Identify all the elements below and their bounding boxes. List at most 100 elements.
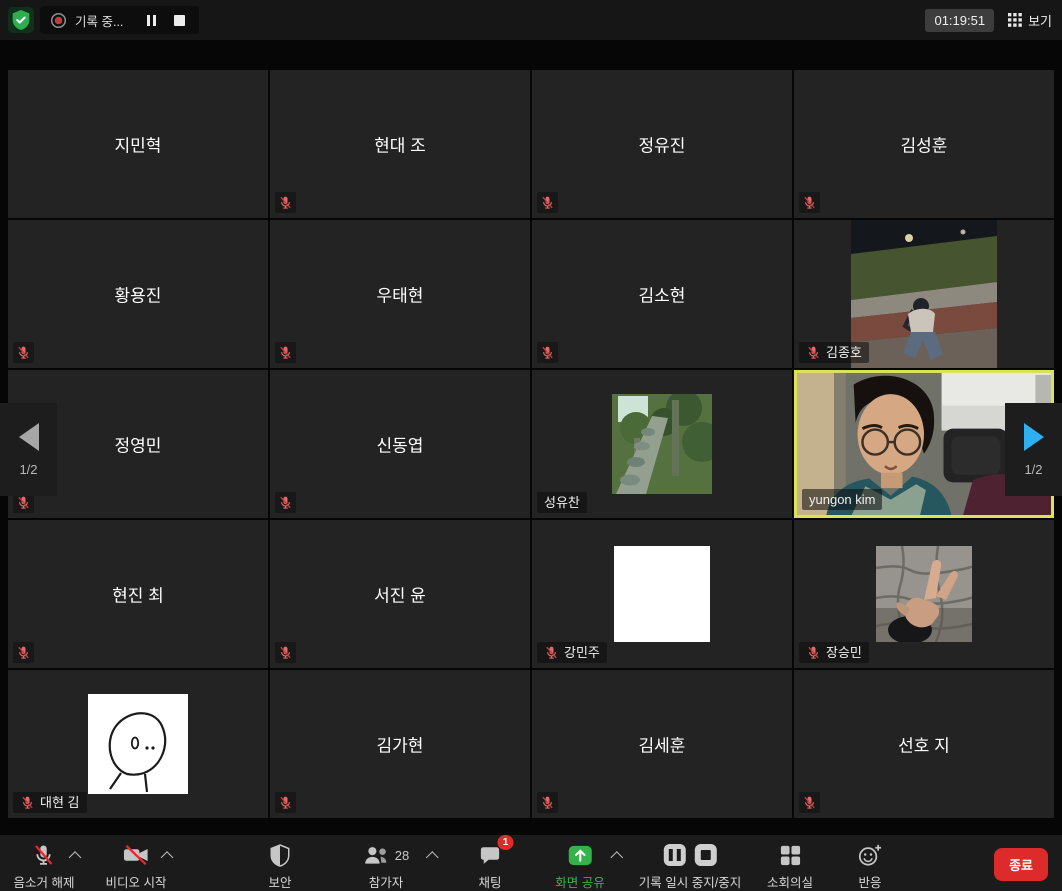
toolbar-button-label: 비디오 시작 bbox=[106, 872, 167, 891]
muted-mic-icon bbox=[799, 192, 820, 213]
participant-name: 지민혁 bbox=[8, 132, 268, 157]
participant-tile[interactable]: 현대 조 bbox=[270, 70, 530, 218]
muted-mic-icon bbox=[275, 792, 296, 813]
meeting-security-shield-icon[interactable] bbox=[8, 7, 34, 33]
page-indicator: 1/2 bbox=[19, 462, 37, 477]
participant-name-label: 장승민 bbox=[799, 642, 869, 663]
grid-view-icon bbox=[1008, 13, 1022, 27]
recording-label: 기록 중... bbox=[75, 11, 123, 30]
previous-page-button[interactable]: 1/2 bbox=[0, 403, 57, 496]
muted-mic-icon bbox=[806, 645, 821, 660]
participant-name: 성유찬 bbox=[544, 494, 580, 511]
toolbar-button-mic-muted[interactable]: 음소거 해제 bbox=[14, 842, 75, 891]
toolbar-button-shield[interactable]: 보안 bbox=[268, 842, 291, 891]
pause-recording-icon[interactable] bbox=[663, 844, 685, 866]
participant-tile[interactable]: 김세훈 bbox=[532, 670, 792, 818]
participant-tile[interactable]: 선호 지 bbox=[794, 670, 1054, 818]
breakout-rooms-icon bbox=[778, 842, 801, 868]
participant-name: 장승민 bbox=[826, 644, 862, 661]
participant-name-label: 강민주 bbox=[537, 642, 607, 663]
toolbar-button-label: 참가자 bbox=[369, 872, 404, 891]
view-label: 보기 bbox=[1028, 11, 1052, 30]
toolbar-button-reactions[interactable]: 반응 bbox=[858, 842, 883, 891]
participant-tile[interactable]: 서진 윤 bbox=[270, 520, 530, 668]
participant-avatar-photo-night bbox=[851, 220, 997, 368]
participant-tile[interactable]: 대현 김 bbox=[8, 670, 268, 818]
meeting-timer: 01:19:51 bbox=[925, 9, 994, 32]
participant-name: 우태현 bbox=[270, 282, 530, 307]
muted-mic-icon bbox=[544, 645, 559, 660]
participant-tile[interactable]: 성유찬 bbox=[532, 370, 792, 518]
chevron-up-icon[interactable] bbox=[426, 851, 439, 864]
participants-icon: 28 bbox=[363, 842, 409, 868]
muted-mic-icon bbox=[799, 792, 820, 813]
participant-name: 현진 최 bbox=[8, 582, 268, 607]
muted-mic-icon bbox=[537, 192, 558, 213]
arrow-right-icon bbox=[1024, 423, 1044, 451]
participant-tile[interactable]: 장승민 bbox=[794, 520, 1054, 668]
recording-pause-button[interactable] bbox=[145, 15, 157, 26]
participant-avatar-photo-hand bbox=[876, 546, 972, 642]
next-page-button[interactable]: 1/2 bbox=[1005, 403, 1062, 496]
toolbar-button-label: 보안 bbox=[268, 872, 291, 891]
participant-grid: 지민혁현대 조정유진김성훈황용진우태현김소현김종호정영민신동엽성유찬yungon… bbox=[8, 70, 1054, 818]
chevron-up-icon[interactable] bbox=[161, 851, 174, 864]
recording-indicator: 기록 중... bbox=[40, 6, 199, 34]
mic-muted-icon bbox=[32, 842, 56, 868]
record-dot-icon bbox=[50, 12, 67, 29]
participant-tile[interactable]: 우태현 bbox=[270, 220, 530, 368]
toolbar-button-label: 소회의실 bbox=[767, 872, 813, 891]
participant-tile[interactable]: 지민혁 bbox=[8, 70, 268, 218]
muted-mic-icon bbox=[275, 492, 296, 513]
participant-tile[interactable]: 정유진 bbox=[532, 70, 792, 218]
stop-recording-icon[interactable] bbox=[694, 844, 716, 866]
view-button[interactable]: 보기 bbox=[1008, 11, 1052, 30]
participant-name: 현대 조 bbox=[270, 132, 530, 157]
muted-mic-icon bbox=[13, 642, 34, 663]
participant-avatar-white-square bbox=[614, 546, 710, 642]
muted-mic-icon bbox=[13, 342, 34, 363]
participant-name: 김성훈 bbox=[794, 132, 1054, 157]
toolbar-button-chat[interactable]: 1 채팅 bbox=[478, 842, 503, 891]
participant-name-label: yungon kim bbox=[802, 489, 882, 510]
participant-name: 김가현 bbox=[270, 732, 530, 757]
muted-mic-icon bbox=[537, 792, 558, 813]
toolbar-button-label: 채팅 bbox=[478, 872, 501, 891]
share-screen-icon bbox=[567, 842, 593, 868]
record-pause-stop-icon bbox=[661, 842, 718, 868]
participant-tile[interactable]: 김종호 bbox=[794, 220, 1054, 368]
muted-mic-icon bbox=[20, 795, 35, 810]
participant-tile[interactable]: 김가현 bbox=[270, 670, 530, 818]
camera-muted-icon bbox=[122, 842, 149, 868]
participant-name: 김세훈 bbox=[532, 732, 792, 757]
participant-tile[interactable]: 김소현 bbox=[532, 220, 792, 368]
participant-tile[interactable]: 강민주 bbox=[532, 520, 792, 668]
muted-mic-icon bbox=[275, 642, 296, 663]
participant-name: 신동엽 bbox=[270, 432, 530, 457]
chevron-up-icon[interactable] bbox=[610, 851, 623, 864]
participant-tile[interactable]: 김성훈 bbox=[794, 70, 1054, 218]
participant-name: 황용진 bbox=[8, 282, 268, 307]
toolbar-button-breakout-rooms[interactable]: 소회의실 bbox=[767, 842, 813, 891]
chat-unread-badge: 1 bbox=[498, 835, 514, 850]
participant-name: 김종호 bbox=[826, 344, 862, 361]
participant-name: 김소현 bbox=[532, 282, 792, 307]
toolbar-button-participants[interactable]: 28 참가자 bbox=[363, 842, 409, 891]
bottom-toolbar: 종료 음소거 해제비디오 시작 보안 28 참가자 1 채팅 화면 공유 기록 일시 중지/중… bbox=[0, 835, 1062, 891]
participant-tile[interactable]: 현진 최 bbox=[8, 520, 268, 668]
toolbar-button-record-pause-stop[interactable]: 기록 일시 중지/중지 bbox=[639, 842, 741, 891]
participant-tile[interactable]: 신동엽 bbox=[270, 370, 530, 518]
toolbar-button-share-screen[interactable]: 화면 공유 bbox=[555, 842, 604, 891]
toolbar-button-camera-muted[interactable]: 비디오 시작 bbox=[106, 842, 167, 891]
recording-stop-button[interactable] bbox=[174, 15, 185, 26]
participant-name: 선호 지 bbox=[794, 732, 1054, 757]
chat-icon: 1 bbox=[478, 842, 503, 868]
reactions-icon bbox=[858, 842, 883, 868]
chevron-up-icon[interactable] bbox=[69, 851, 82, 864]
participant-tile[interactable]: 황용진 bbox=[8, 220, 268, 368]
end-meeting-button[interactable]: 종료 bbox=[994, 848, 1048, 881]
participant-name-label: 성유찬 bbox=[537, 492, 587, 513]
top-bar: 기록 중... 01:19:51 보기 bbox=[0, 0, 1062, 40]
muted-mic-icon bbox=[275, 342, 296, 363]
participant-name-label: 김종호 bbox=[799, 342, 869, 363]
